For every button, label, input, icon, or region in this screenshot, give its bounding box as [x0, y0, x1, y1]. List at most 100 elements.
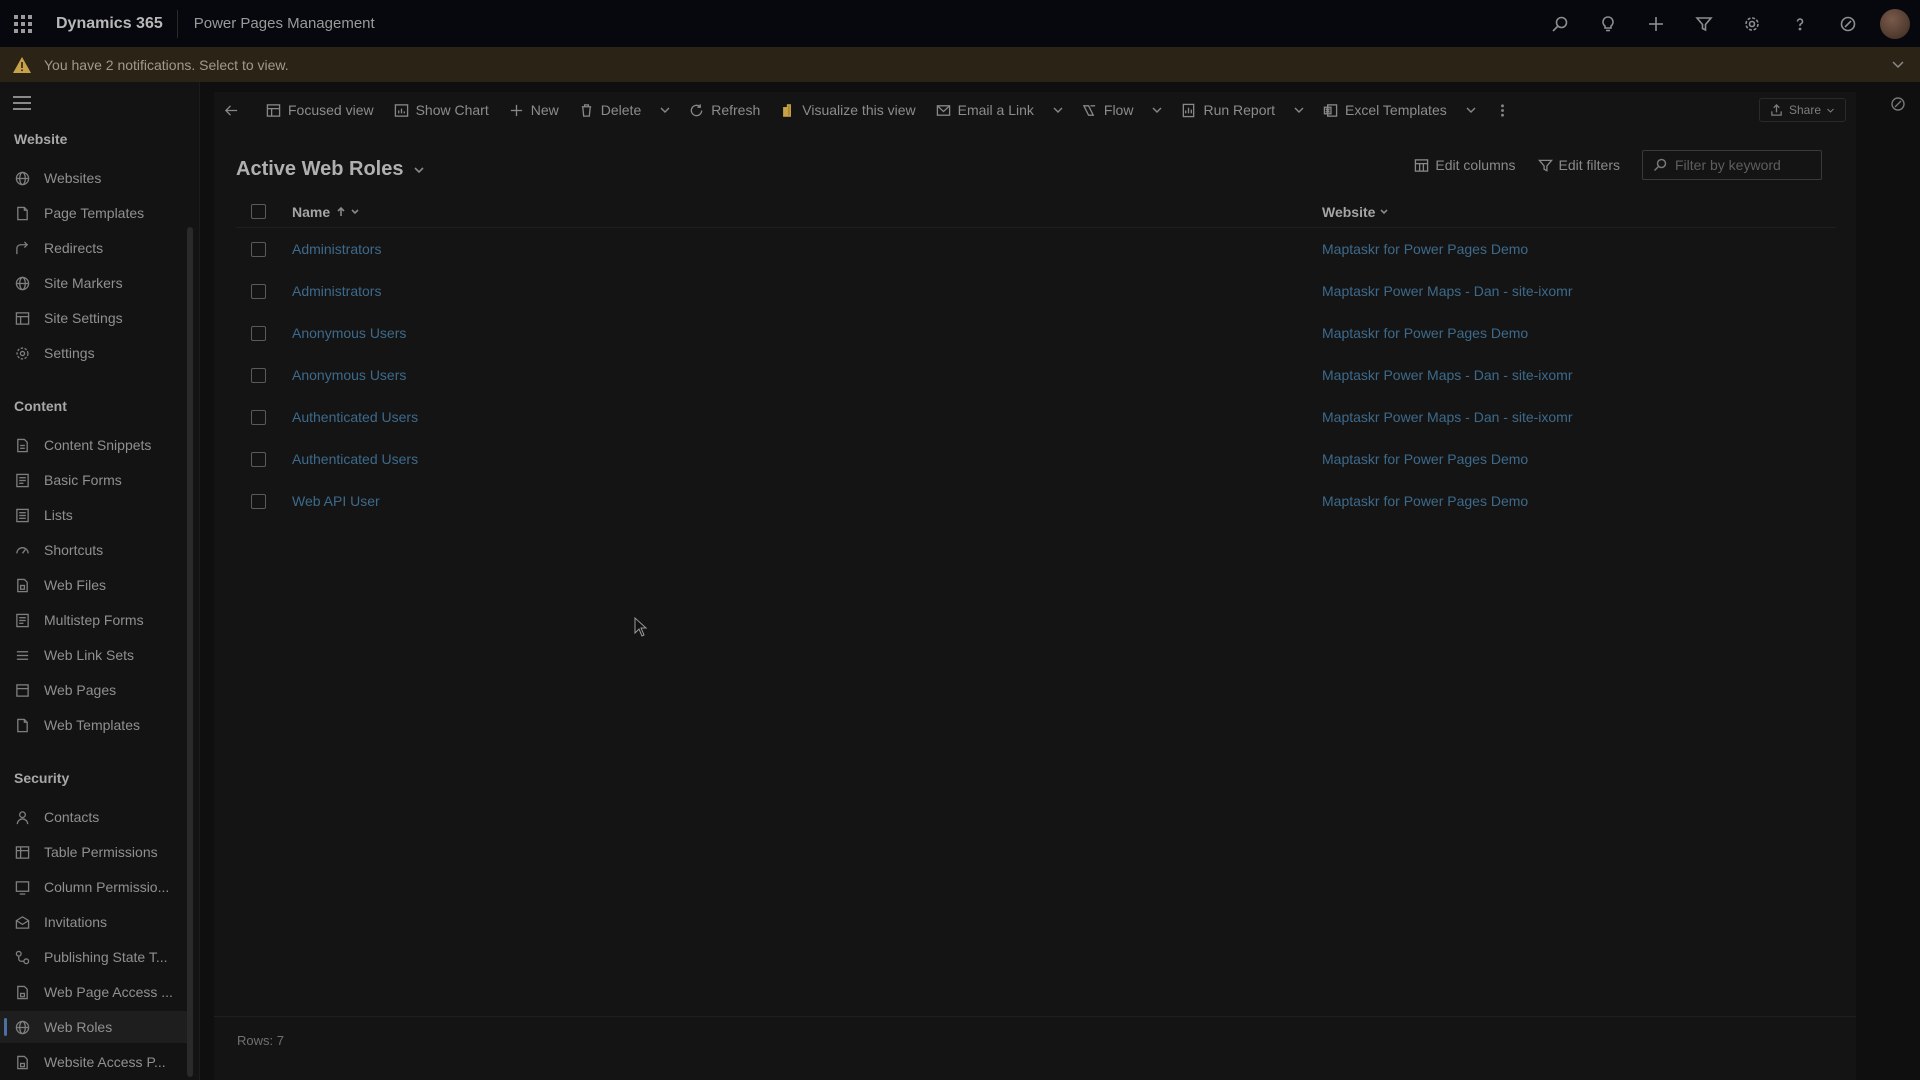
- sidebar-item-site-markers[interactable]: Site Markers: [0, 267, 190, 299]
- row-website-link[interactable]: Maptaskr Power Maps - Dan - site-ixomr: [1322, 367, 1573, 383]
- sidebar-item-content-snippets[interactable]: Content Snippets: [0, 429, 190, 461]
- table-row[interactable]: Administrators Maptaskr for Power Pages …: [236, 228, 1836, 270]
- refresh-button[interactable]: Refresh: [679, 92, 770, 128]
- row-website-link[interactable]: Maptaskr for Power Pages Demo: [1322, 493, 1528, 509]
- more-commands-button[interactable]: [1485, 92, 1527, 128]
- column-header-website[interactable]: Website: [1322, 204, 1389, 220]
- back-button[interactable]: [214, 92, 256, 128]
- copilot-button[interactable]: [1824, 0, 1872, 47]
- sidebar-item-web-roles[interactable]: Web Roles: [0, 1011, 190, 1043]
- advanced-filter-button[interactable]: [1680, 0, 1728, 47]
- notification-bar[interactable]: You have 2 notifications. Select to view…: [0, 47, 1920, 82]
- sidebar-item-redirects[interactable]: Redirects: [0, 232, 190, 264]
- table-row[interactable]: Anonymous Users Maptaskr for Power Pages…: [236, 312, 1836, 354]
- sidebar-item-page-templates[interactable]: Page Templates: [0, 197, 190, 229]
- flow-more-button[interactable]: [1143, 92, 1171, 128]
- sidebar-item-label: Websites: [44, 170, 102, 186]
- sidebar-item-web-files[interactable]: Web Files: [0, 569, 190, 601]
- filter-by-keyword-input[interactable]: Filter by keyword: [1642, 150, 1822, 180]
- hamburger-icon[interactable]: [13, 96, 31, 114]
- table-row[interactable]: Anonymous Users Maptaskr Power Maps - Da…: [236, 354, 1836, 396]
- sidebar-item-table-permissions[interactable]: Table Permissions: [0, 836, 190, 868]
- run-report-more-button[interactable]: [1285, 92, 1313, 128]
- flow-button[interactable]: Flow: [1072, 92, 1144, 128]
- sidebar-item-web-pages[interactable]: Web Pages: [0, 674, 190, 706]
- email-more-button[interactable]: [1044, 92, 1072, 128]
- sidebar-item-label: Web Templates: [44, 717, 140, 733]
- delete-button[interactable]: Delete: [569, 92, 651, 128]
- sidebar-item-settings[interactable]: Settings: [0, 337, 190, 369]
- settings-button[interactable]: [1728, 0, 1776, 47]
- excel-templates-button[interactable]: Excel Templates: [1313, 92, 1457, 128]
- avatar[interactable]: [1880, 8, 1910, 39]
- row-checkbox[interactable]: [251, 451, 266, 467]
- table-row[interactable]: Authenticated Users Maptaskr for Power P…: [236, 438, 1836, 480]
- edit-filters-button[interactable]: Edit filters: [1537, 157, 1620, 173]
- app-launcher-button[interactable]: [0, 0, 46, 47]
- sidebar-item-web-templates[interactable]: Web Templates: [0, 709, 190, 741]
- row-website-link[interactable]: Maptaskr for Power Pages Demo: [1322, 241, 1528, 257]
- row-checkbox[interactable]: [251, 283, 266, 299]
- row-name-link[interactable]: Administrators: [292, 241, 1322, 257]
- sidebar-item-publishing-state[interactable]: Publishing State T...: [0, 941, 190, 973]
- row-website-link[interactable]: Maptaskr Power Maps - Dan - site-ixomr: [1322, 409, 1573, 425]
- row-name-link[interactable]: Anonymous Users: [292, 325, 1322, 341]
- email-link-button[interactable]: Email a Link: [926, 92, 1044, 128]
- excel-templates-more-button[interactable]: [1457, 92, 1485, 128]
- share-button[interactable]: Share: [1758, 98, 1846, 122]
- show-chart-button[interactable]: Show Chart: [384, 92, 499, 128]
- sidebar-item-website-access[interactable]: Website Access P...: [0, 1046, 190, 1078]
- sidebar-item-multistep-forms[interactable]: Multistep Forms: [0, 604, 190, 636]
- sidebar-item-column-permissions[interactable]: Column Permissio...: [0, 871, 190, 903]
- row-name-link[interactable]: Anonymous Users: [292, 367, 1322, 383]
- row-checkbox[interactable]: [251, 493, 266, 509]
- row-name-link[interactable]: Web API User: [292, 493, 1322, 509]
- sidebar-item-web-page-access[interactable]: Web Page Access ...: [0, 976, 190, 1008]
- visualize-button[interactable]: Visualize this view: [770, 92, 925, 128]
- edit-columns-button[interactable]: Edit columns: [1414, 157, 1516, 173]
- new-button-top[interactable]: [1632, 0, 1680, 47]
- column-header-name[interactable]: Name: [292, 204, 1322, 220]
- brand-name[interactable]: Dynamics 365: [46, 9, 178, 38]
- view-selector[interactable]: Active Web Roles: [236, 158, 425, 181]
- help-button[interactable]: [1776, 0, 1824, 47]
- lightbulb-button[interactable]: [1584, 0, 1632, 47]
- sidebar-item-websites[interactable]: Websites: [0, 162, 190, 194]
- search-button[interactable]: [1536, 0, 1584, 47]
- row-checkbox[interactable]: [251, 325, 266, 341]
- row-name-link[interactable]: Authenticated Users: [292, 451, 1322, 467]
- sidebar-scrollbar[interactable]: [187, 227, 193, 1077]
- row-checkbox[interactable]: [251, 409, 266, 425]
- run-report-button[interactable]: Run Report: [1171, 92, 1285, 128]
- sidebar-item-basic-forms[interactable]: Basic Forms: [0, 464, 190, 496]
- table-row[interactable]: Web API User Maptaskr for Power Pages De…: [236, 480, 1836, 522]
- row-name-link[interactable]: Authenticated Users: [292, 409, 1322, 425]
- app-name[interactable]: Power Pages Management: [178, 15, 375, 32]
- notification-expand-button[interactable]: [1890, 56, 1906, 75]
- row-website-link[interactable]: Maptaskr for Power Pages Demo: [1322, 325, 1528, 341]
- delete-more-button[interactable]: [651, 92, 679, 128]
- select-all-checkbox[interactable]: [251, 204, 266, 219]
- table-row[interactable]: Administrators Maptaskr Power Maps - Dan…: [236, 270, 1836, 312]
- row-checkbox[interactable]: [251, 367, 266, 383]
- side-pane-button[interactable]: [1890, 96, 1906, 115]
- row-name-link[interactable]: Administrators: [292, 283, 1322, 299]
- person-icon: [16, 810, 28, 824]
- settings-grid-icon: [15, 311, 29, 325]
- table-row[interactable]: Authenticated Users Maptaskr Power Maps …: [236, 396, 1836, 438]
- invitation-icon: [15, 915, 29, 929]
- sidebar-item-site-settings[interactable]: Site Settings: [0, 302, 190, 334]
- focused-view-button[interactable]: Focused view: [256, 92, 384, 128]
- row-website-link[interactable]: Maptaskr for Power Pages Demo: [1322, 451, 1528, 467]
- row-checkbox[interactable]: [251, 241, 266, 257]
- sidebar-item-web-link-sets[interactable]: Web Link Sets: [0, 639, 190, 671]
- row-website-link[interactable]: Maptaskr Power Maps - Dan - site-ixomr: [1322, 283, 1573, 299]
- sidebar-item-invitations[interactable]: Invitations: [0, 906, 190, 938]
- sidebar-item-lists[interactable]: Lists: [0, 499, 190, 531]
- data-grid: Name Website Administrators Maptaskr for…: [236, 196, 1836, 522]
- sidebar-item-shortcuts[interactable]: Shortcuts: [0, 534, 190, 566]
- gear-icon: [1745, 16, 1759, 31]
- excel-icon: [1323, 103, 1338, 117]
- sidebar-item-contacts[interactable]: Contacts: [0, 801, 190, 833]
- new-button[interactable]: New: [499, 92, 569, 128]
